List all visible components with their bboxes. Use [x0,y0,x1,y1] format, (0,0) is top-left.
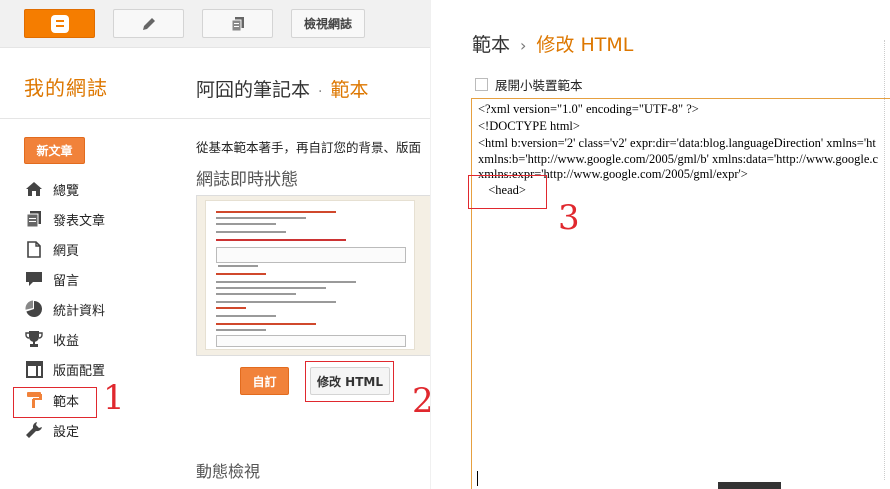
live-blog-heading: 網誌即時狀態 [196,170,298,190]
sidebar-item-settings[interactable]: 設定 [24,419,144,441]
vertical-scrollbar[interactable] [884,40,890,480]
sidebar-item-label: 版面配置 [53,363,106,379]
page-title: 阿囧的筆記本 · 範本 [196,75,368,102]
page-icon [24,240,44,258]
mobile-template-label: 展開小裝置範本 [495,78,583,93]
blog-name: 阿囧的筆記本 [196,79,311,101]
annotation-box-edit-html [305,361,394,402]
annotation-box-head [468,175,547,209]
sidebar-item-label: 網頁 [53,243,80,259]
sidebar-item-label: 發表文章 [53,213,106,229]
template-preview-thumbnail[interactable] [196,195,430,356]
new-post-button[interactable]: 新文章 [24,137,85,164]
breadcrumb-arrow-icon: › [520,36,527,55]
sidebar-item-stats[interactable]: 統計資料 [24,298,144,320]
preview-page [205,200,415,350]
sidebar-item-pages[interactable]: 網頁 [24,238,144,260]
text-caret [477,471,478,486]
horizontal-scrollbar-thumb[interactable] [718,482,781,489]
code-line: xmlns:b='http://www.google.com/2005/gml/… [478,152,879,166]
edit-html-panel: 範本 › 修改 HTML 展開小裝置範本 <?xml version="1.0" e… [430,0,890,489]
comment-icon [24,270,44,288]
mobile-template-checkbox[interactable] [475,78,488,91]
view-blog-label: 檢視網誌 [303,17,352,31]
pie-chart-icon [24,300,44,318]
sidebar-item-label: 收益 [53,333,80,349]
template-intro-text: 從基本範本著手，再自訂您的背景、版面 [196,140,422,155]
code-line: <?xml version="1.0" encoding="UTF-8" ?> [478,102,699,116]
blog-title[interactable]: 我的網誌 [24,72,108,101]
blogger-home-button[interactable] [24,9,95,38]
top-toolbar: 檢視網誌 [0,0,430,48]
new-post-toolbar-button[interactable] [113,9,184,38]
sidebar-item-posts[interactable]: 發表文章 [24,208,144,230]
sidebar-item-label: 總覽 [53,183,80,199]
view-blog-button[interactable]: 檢視網誌 [291,9,365,38]
sidebar-item-label: 設定 [53,424,80,440]
breadcrumb-root[interactable]: 範本 [472,34,510,56]
posts-icon [24,210,44,228]
header-divider [0,118,430,119]
code-line: <html b:version='2' class='v2' expr:dir=… [478,136,876,150]
annotation-box-template [13,387,97,418]
sidebar-item-label: 留言 [53,273,80,289]
sidebar-item-layout[interactable]: 版面配置 [24,358,144,380]
code-line: <!DOCTYPE html> [478,119,580,133]
html-code-editor[interactable]: <?xml version="1.0" encoding="UTF-8" ?> … [471,98,890,489]
sidebar-item-earnings[interactable]: 收益 [24,328,144,350]
layout-icon [24,360,44,378]
sidebar-item-label: 統計資料 [53,303,106,319]
posts-list-toolbar-button[interactable] [202,9,273,38]
documents-icon [231,16,244,31]
blogger-logo-icon [50,14,69,33]
pencil-icon [142,17,155,30]
annotation-number-3: 3 [558,198,580,238]
breadcrumb-current: 修改 HTML [536,34,634,56]
annotation-number-1: 1 [103,378,125,418]
sidebar-item-overview[interactable]: 總覽 [24,178,144,200]
home-icon [24,180,44,198]
sidebar-item-comments[interactable]: 留言 [24,268,144,290]
breadcrumb: 範本 › 修改 HTML [472,30,633,57]
trophy-icon [24,330,44,348]
customize-button[interactable]: 自訂 [240,367,289,395]
dynamic-views-heading: 動態檢視 [196,462,261,481]
mobile-template-toggle[interactable]: 展開小裝置範本 [475,75,583,94]
section-name: 範本 [330,79,369,101]
title-separator: · [318,84,323,100]
wrench-icon [24,421,44,439]
